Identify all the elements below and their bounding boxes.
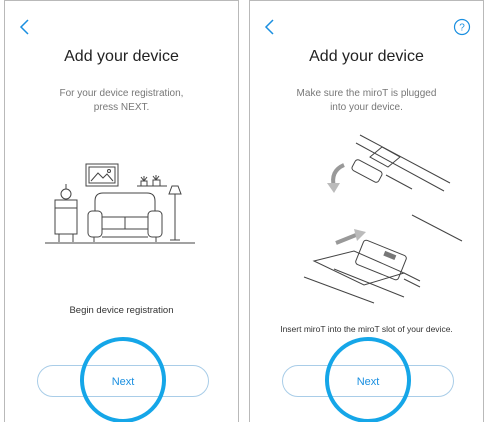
page-title: Add your device xyxy=(309,48,424,65)
registration-caption: Begin device registration xyxy=(69,305,174,316)
next-button[interactable]: Next xyxy=(37,365,209,397)
chevron-left-icon[interactable] xyxy=(262,18,278,36)
next-button[interactable]: Next xyxy=(282,365,454,397)
insert-caption: Insert miroT into the miroT slot of your… xyxy=(280,324,453,334)
living-room-illustration xyxy=(45,163,195,244)
chevron-left-icon[interactable] xyxy=(17,18,33,36)
page-subtitle: For your device registration, press NEXT… xyxy=(59,88,184,113)
page-title: Add your device xyxy=(64,48,179,65)
screen-add-device-step2: ? Add your device Make sure the miroT is… xyxy=(249,0,484,422)
insert-mirot-illustration xyxy=(303,134,463,304)
svg-text:?: ? xyxy=(459,23,465,34)
help-circle-icon[interactable]: ? xyxy=(453,18,471,36)
screen-add-device-step1: Add your device For your device registra… xyxy=(4,0,239,422)
page-subtitle: Make sure the miroT is plugged into your… xyxy=(296,88,437,113)
